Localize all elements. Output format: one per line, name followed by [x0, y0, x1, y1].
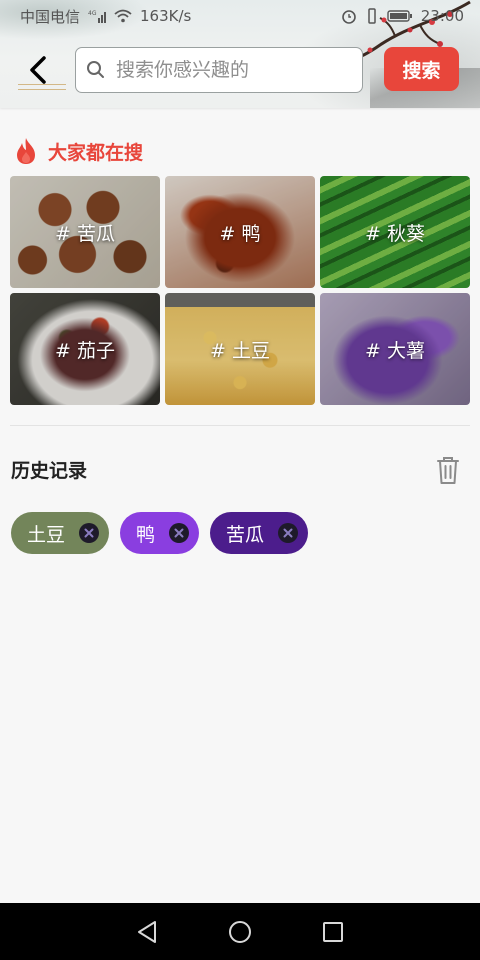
carrier-label: 中国电信	[20, 7, 81, 26]
close-icon[interactable]	[79, 523, 100, 543]
alarm-icon	[341, 8, 357, 24]
hot-search-tile[interactable]: # 大薯	[320, 293, 470, 405]
hot-search-tile[interactable]: # 土豆	[165, 293, 315, 405]
hot-search-header: 大家都在搜	[14, 136, 143, 166]
close-icon[interactable]	[169, 523, 190, 543]
search-button[interactable]: 搜索	[384, 47, 459, 91]
history-chip[interactable]: 苦瓜	[210, 512, 309, 554]
hot-search-tile[interactable]: # 秋葵	[320, 176, 470, 288]
section-divider	[10, 425, 470, 426]
close-icon[interactable]	[278, 523, 299, 543]
status-bar: 中国电信 4G 163K/s 23:00	[0, 0, 480, 32]
history-chip[interactable]: 鸭	[120, 512, 200, 554]
hot-search-tile-label: # 秋葵	[365, 222, 425, 245]
hot-search-tile-label: # 鸭	[219, 222, 261, 245]
wifi-icon	[114, 9, 132, 23]
hot-search-title: 大家都在搜	[48, 141, 144, 164]
hot-search-grid: # 苦瓜 # 鸭 # 秋葵 # 茄子 # 土豆 # 大薯	[10, 176, 470, 405]
fire-icon	[17, 138, 35, 164]
nav-recents-button[interactable]	[313, 912, 353, 952]
vibrate-icon	[365, 8, 379, 24]
search-box[interactable]	[75, 47, 363, 93]
home-circle-icon	[228, 920, 251, 943]
recents-square-icon	[323, 921, 344, 942]
chevron-left-icon	[30, 56, 46, 84]
history-chip-label: 鸭	[136, 523, 156, 546]
hot-search-tile[interactable]: # 鸭	[165, 176, 315, 288]
history-chip-label: 土豆	[27, 523, 66, 546]
trash-icon	[437, 457, 459, 484]
back-triangle-icon	[137, 920, 156, 943]
clear-history-button[interactable]	[434, 454, 462, 486]
svg-text:4G: 4G	[88, 10, 97, 17]
hot-search-tile-label: # 茄子	[55, 339, 115, 362]
system-nav-bar	[0, 903, 480, 960]
nav-home-button[interactable]	[220, 912, 260, 952]
search-icon	[87, 61, 104, 78]
back-button[interactable]	[22, 50, 54, 90]
history-chips: 土豆 鸭 苦瓜	[11, 512, 309, 554]
hot-search-tile-label: # 土豆	[210, 339, 270, 362]
hot-search-tile[interactable]: # 苦瓜	[10, 176, 160, 288]
history-chip-label: 苦瓜	[226, 523, 265, 546]
hot-search-tile[interactable]: # 茄子	[10, 293, 160, 405]
history-title: 历史记录	[11, 460, 88, 482]
hot-search-tile-label: # 大薯	[365, 339, 425, 362]
history-chip[interactable]: 土豆	[11, 512, 110, 554]
search-input[interactable]	[116, 59, 346, 81]
signal-icon: 4G	[88, 9, 107, 23]
clock: 23:00	[420, 7, 464, 25]
header: 中国电信 4G 163K/s 23:00 搜索你感兴趣的 搜索	[0, 0, 480, 108]
nav-back-button[interactable]	[127, 912, 167, 952]
network-speed: 163K/s	[140, 7, 192, 25]
battery-icon	[387, 9, 413, 23]
hot-search-tile-label: # 苦瓜	[55, 222, 115, 245]
